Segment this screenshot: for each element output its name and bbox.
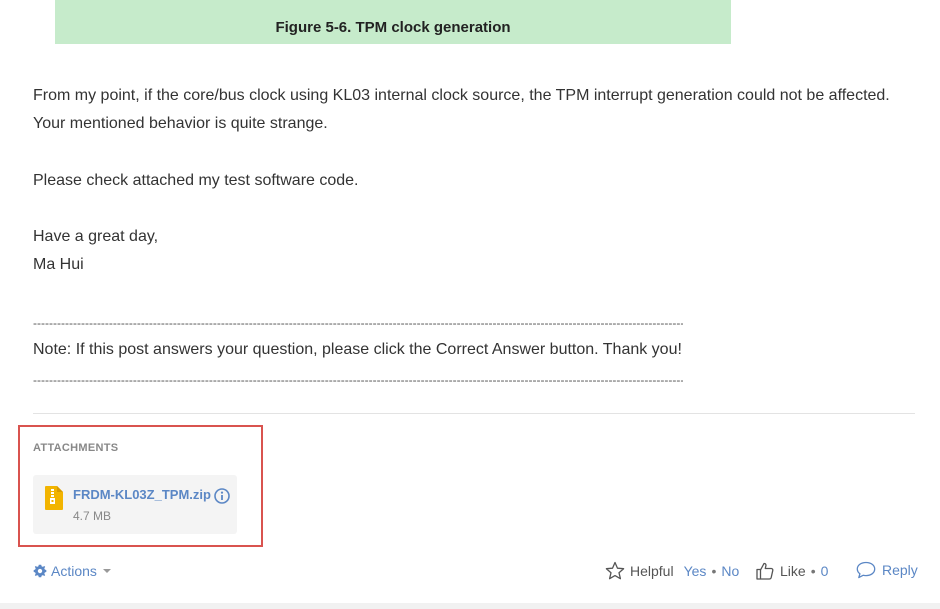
like-label: Like xyxy=(780,563,806,579)
helpful-no-link[interactable]: No xyxy=(721,563,739,579)
star-icon xyxy=(605,561,625,580)
info-icon[interactable] xyxy=(214,488,230,504)
gear-icon xyxy=(33,564,47,578)
zip-file-icon xyxy=(45,486,63,510)
separator-dot: • xyxy=(711,563,717,579)
helpful-label: Helpful xyxy=(630,563,674,579)
separator-line: ----------------------------------------… xyxy=(33,316,683,330)
speech-bubble-icon xyxy=(856,561,876,579)
signoff-author: Ma Hui xyxy=(33,256,84,273)
helpful-vote: Helpful Yes • No xyxy=(605,561,739,581)
thumbs-up-icon xyxy=(756,562,774,580)
divider xyxy=(33,413,915,414)
reply-label: Reply xyxy=(882,562,918,578)
actions-menu-button[interactable]: Actions xyxy=(33,563,111,579)
post-note: Note: If this post answers your question… xyxy=(33,341,682,358)
like-button[interactable]: Like • 0 xyxy=(755,561,828,581)
like-count[interactable]: 0 xyxy=(821,563,829,579)
helpful-yes-link[interactable]: Yes xyxy=(684,563,707,579)
separator-dot: • xyxy=(810,563,816,579)
attachment-file-link[interactable]: FRDM-KL03Z_TPM.zip xyxy=(73,487,211,502)
reply-button[interactable]: Reply xyxy=(856,561,918,579)
attachment-file-size: 4.7 MB xyxy=(73,509,112,523)
actions-label: Actions xyxy=(51,563,97,579)
post-paragraph: From my point, if the core/bus clock usi… xyxy=(33,87,890,132)
separator-line: ----------------------------------------… xyxy=(33,373,683,387)
attachments-title: ATTACHMENTS xyxy=(33,442,119,454)
signoff-greeting: Have a great day, xyxy=(33,228,159,245)
post-signoff: Have a great day, Ma Hui xyxy=(33,223,158,279)
bottom-divider xyxy=(0,603,940,609)
chevron-down-icon xyxy=(102,569,111,573)
figure-caption: Figure 5-6. TPM clock generation xyxy=(55,0,731,44)
post-paragraph: Please check attached my test software c… xyxy=(33,172,359,189)
